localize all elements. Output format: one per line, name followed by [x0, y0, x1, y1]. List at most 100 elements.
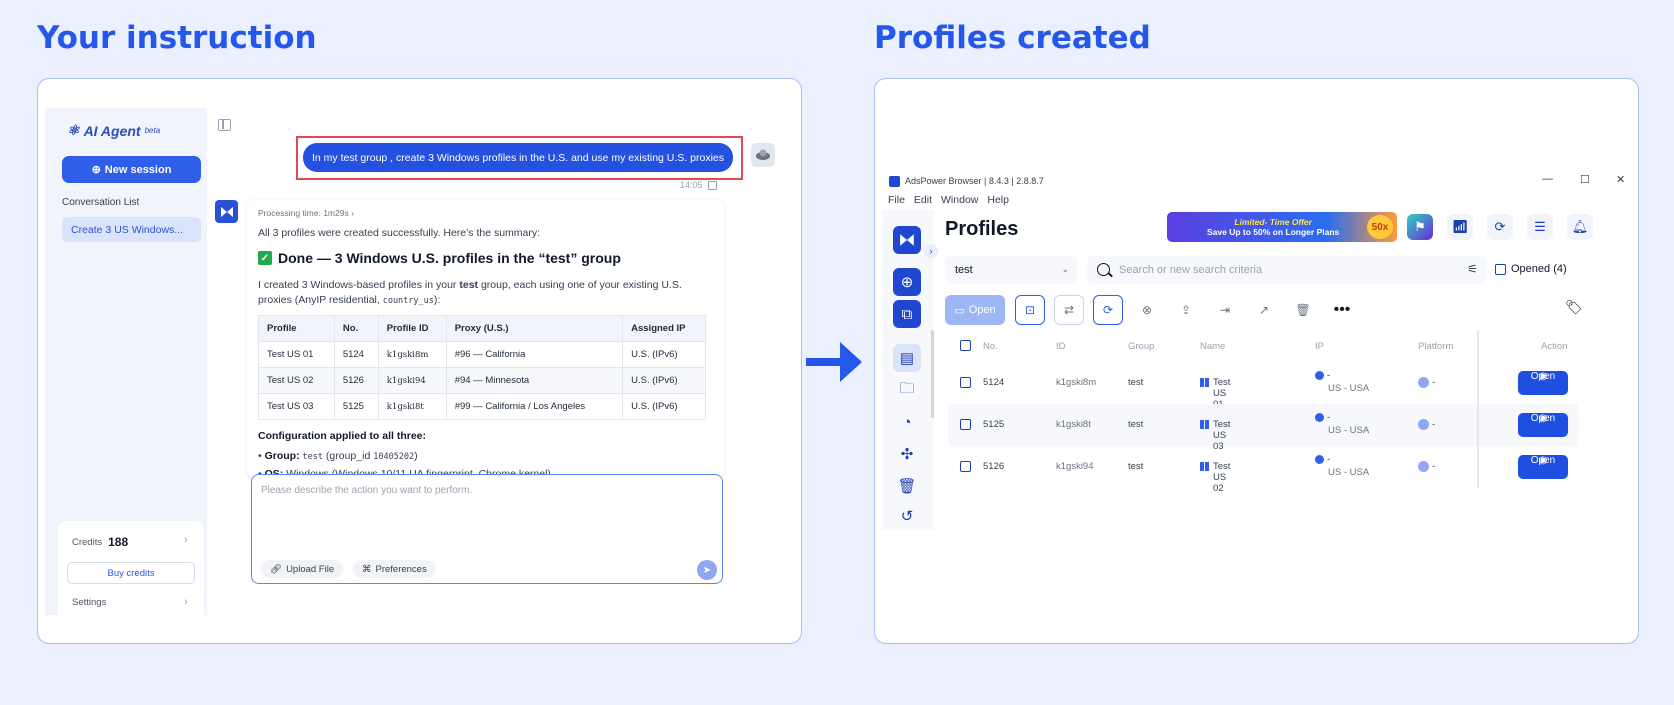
bullet-code: 10405202 [373, 452, 415, 462]
row-checkbox[interactable] [960, 377, 971, 388]
brand: ⚛ AI Agent beta [67, 122, 160, 139]
table-header: No. [333, 315, 379, 342]
close-icon[interactable]: ✕ [1616, 173, 1625, 186]
close-browser-icon[interactable]: ⊗ [1132, 295, 1162, 325]
ip-location: US - USA [1328, 383, 1370, 394]
credits-row[interactable]: Credits 188 [72, 535, 128, 549]
tag-icon[interactable]: 🏷︎ [1565, 299, 1583, 316]
send-icon: ➤ [702, 564, 712, 576]
conversation-item[interactable]: Create 3 US Windows... [62, 217, 201, 242]
para-code: country_us [382, 296, 434, 306]
profile-name[interactable]: Test US 03 [1200, 419, 1230, 452]
table-cell: #96 — California [445, 341, 624, 368]
table-row[interactable]: 5126 k1gski94 test Test US 02 - US - USA… [948, 446, 1578, 494]
sync-windows-icon[interactable]: ⇄ [1054, 295, 1084, 325]
wifi-icon[interactable]: 📶︎ [1447, 214, 1473, 240]
profile-group: test [1128, 419, 1144, 430]
trash-icon[interactable]: 🗑︎ [893, 472, 921, 500]
undo-icon[interactable]: ↺ [893, 502, 921, 530]
col-name[interactable]: Name [1200, 341, 1225, 352]
profile-group: test [1128, 377, 1144, 388]
col-no[interactable]: No. [983, 341, 998, 352]
preferences-button[interactable]: ⌘ Preferences [353, 560, 436, 578]
group-select-value: test [955, 264, 973, 276]
prompt-input[interactable]: Please describe the action you want to p… [251, 474, 723, 584]
bullet-group: • Group: test (group_id 10405202) [258, 450, 418, 462]
table-row: Test US 02 5126 k1gski94 #94 — Minnesota… [258, 367, 706, 394]
ip-top-text: - [1327, 412, 1331, 423]
open-button[interactable]: ▭ Open [945, 295, 1005, 325]
sync-icon[interactable]: ⟳ [1487, 214, 1513, 240]
new-session-button[interactable]: ⊕ New session [62, 156, 201, 183]
user-avatar-icon [756, 149, 770, 160]
ip-top-text: - [1327, 454, 1331, 465]
settings-link[interactable]: Settings [72, 597, 106, 608]
batch-create-icon[interactable]: ⧉ [893, 300, 921, 328]
search-icon [1097, 263, 1110, 276]
social-media-icon[interactable]: ⚑ [1407, 214, 1433, 240]
banner-badge: 50x [1367, 215, 1393, 239]
menu-help[interactable]: Help [987, 194, 1009, 206]
opened-filter[interactable]: Opened (4) [1495, 263, 1567, 275]
refresh-icon[interactable]: ⟳ [1093, 295, 1123, 325]
table-cell: #99 — California / Los Angeles [445, 393, 624, 420]
select-all-checkbox[interactable] [960, 340, 971, 351]
expand-icon[interactable]: › [924, 244, 938, 258]
profiles-icon[interactable]: ▤ [893, 344, 921, 372]
list-icon[interactable]: ☰ [1527, 214, 1553, 240]
adspower-mark [900, 234, 914, 246]
chevron-right-icon: › [184, 596, 188, 608]
promo-banner[interactable]: Limited- Time Offer Save Up to 50% on Lo… [1167, 212, 1397, 242]
folder-icon[interactable]: 🗀︎ [893, 376, 921, 404]
menu-file[interactable]: File [888, 194, 905, 206]
table-row[interactable]: 5124 k1gski8m test Test US 01 - US - USA… [948, 362, 1578, 410]
row-checkbox[interactable] [960, 419, 971, 430]
processing-time[interactable]: Processing time: 1m29s › [258, 208, 354, 218]
upload-file-button[interactable]: 🔗︎ Upload File [261, 560, 344, 578]
new-profile-icon[interactable]: ⊕ [893, 268, 921, 296]
table-header: Profile ID [377, 315, 447, 342]
ip-top: - [1315, 370, 1330, 381]
bot-logo-icon [220, 206, 233, 217]
profile-name[interactable]: Test US 01 [1200, 377, 1230, 410]
row-open-button[interactable]: ◉ Open [1518, 371, 1568, 395]
upload-icon[interactable]: ⇪ [1171, 295, 1201, 325]
profile-id: k1gski94 [1056, 461, 1094, 472]
platform-icon [1418, 461, 1429, 472]
copy-icon[interactable] [708, 181, 717, 190]
bot-icon[interactable]: ⊡ [1015, 295, 1045, 325]
menu-edit[interactable]: Edit [914, 194, 932, 206]
row-open-button[interactable]: ◉ Open [1518, 413, 1568, 437]
buy-credits-button[interactable]: Buy credits [67, 562, 195, 584]
minimize-icon[interactable]: — [1542, 173, 1553, 185]
opened-checkbox[interactable] [1495, 263, 1506, 275]
open-button-label: Open [968, 304, 996, 316]
import-icon[interactable]: ⇥ [1210, 295, 1240, 325]
maximize-icon[interactable]: ☐ [1580, 173, 1590, 186]
banner-line: Limited [1234, 217, 1265, 227]
more-icon[interactable]: ••• [1327, 295, 1357, 325]
banner-text: Limited- Time Offer Save Up to 50% on Lo… [1207, 217, 1339, 237]
share-icon[interactable]: ↗ [1249, 295, 1279, 325]
rail-scrollbar[interactable] [931, 330, 934, 418]
delete-icon[interactable]: 🗑︎ [1288, 295, 1318, 325]
menu-window[interactable]: Window [941, 194, 978, 206]
row-checkbox[interactable] [960, 461, 971, 472]
table-cell: k1gski8t [377, 393, 447, 420]
bell-icon[interactable]: 🔔︎ [1567, 214, 1593, 240]
row-open-button[interactable]: ◉ Open [1518, 455, 1568, 479]
group-select[interactable]: test ⌄ [945, 256, 1078, 284]
table-row[interactable]: 5125 k1gski8t test Test US 03 - US - USA… [948, 404, 1578, 452]
para-text: ): [433, 294, 441, 306]
globe-icon[interactable]: ◔ [893, 408, 921, 436]
para-group: test [459, 279, 479, 291]
sidebar-toggle-icon[interactable] [218, 119, 231, 131]
search-input[interactable]: Search or new search criteria ⚟ [1087, 256, 1487, 284]
filter-icon[interactable]: ⚟ [1467, 262, 1478, 276]
extension-icon[interactable]: ✣ [893, 440, 921, 468]
banner-line: Save Up to 50% on Longer Plans [1207, 227, 1340, 237]
bot-avatar [215, 200, 238, 223]
send-button[interactable]: ➤ [697, 560, 717, 580]
account-card: Credits 188 › Buy credits Settings › [58, 521, 204, 615]
profile-name[interactable]: Test US 02 [1200, 461, 1230, 494]
